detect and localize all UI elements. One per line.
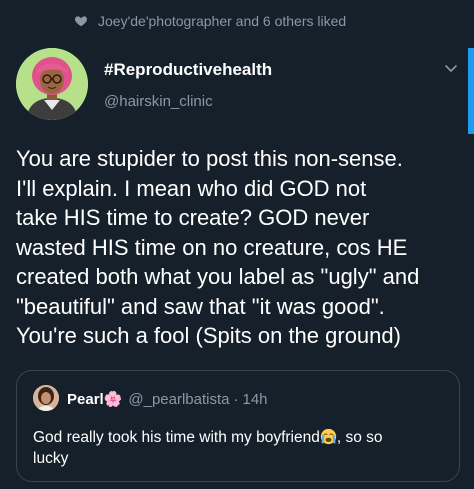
tweet-line: You are stupider to post this non-sense. [16, 146, 403, 171]
quoted-separator: · [233, 391, 239, 408]
scroll-indicator [468, 48, 474, 134]
tweet-line: I'll explain. I mean who did GOD not [16, 175, 367, 201]
author-handle[interactable]: @hairskin_clinic [104, 93, 213, 110]
quoted-header: Pearl🌸 @_pearlbatista · 14h [67, 390, 268, 408]
tweet-line: created both what you label as "ugly" an… [16, 264, 420, 289]
tweet-line: wasted HIS time on no creature, cos HE [16, 234, 408, 260]
quoted-text-part1: God really took his time with my boyfrie… [33, 429, 320, 446]
quoted-avatar-photo [33, 385, 59, 411]
quoted-text-line2: lucky [33, 450, 69, 467]
quoted-display-name[interactable]: Pearl🌸 [67, 390, 122, 408]
quoted-avatar[interactable] [33, 385, 59, 411]
tweet-text: You are stupider to post this non-sense.… [16, 144, 466, 351]
social-context[interactable]: Joey'de'photographer and 6 others liked [74, 13, 346, 29]
quoted-text-part2: , so so [336, 429, 383, 446]
heart-icon [74, 16, 88, 27]
quoted-text: God really took his time with my boyfrie… [33, 427, 443, 469]
social-context-text: Joey'de'photographer and 6 others liked [98, 13, 347, 29]
tweet-line: take HIS time to create? GOD never [16, 205, 370, 230]
quoted-tweet-card[interactable]: Pearl🌸 @_pearlbatista · 14h God really t… [16, 370, 460, 482]
tweet-line: "beautiful" and saw that "it was good". [16, 293, 385, 319]
tweet-line: You're such a fool (Spits on the ground) [16, 323, 401, 348]
crying-face-icon [320, 428, 337, 445]
avatar[interactable] [16, 48, 88, 120]
author-display-name[interactable]: #Reproductivehealth [104, 60, 272, 80]
quoted-handle[interactable]: @_pearlbatista [128, 391, 229, 408]
chevron-down-icon[interactable] [443, 60, 459, 76]
avatar-illustration [16, 48, 88, 120]
quoted-timestamp[interactable]: 14h [243, 391, 268, 408]
